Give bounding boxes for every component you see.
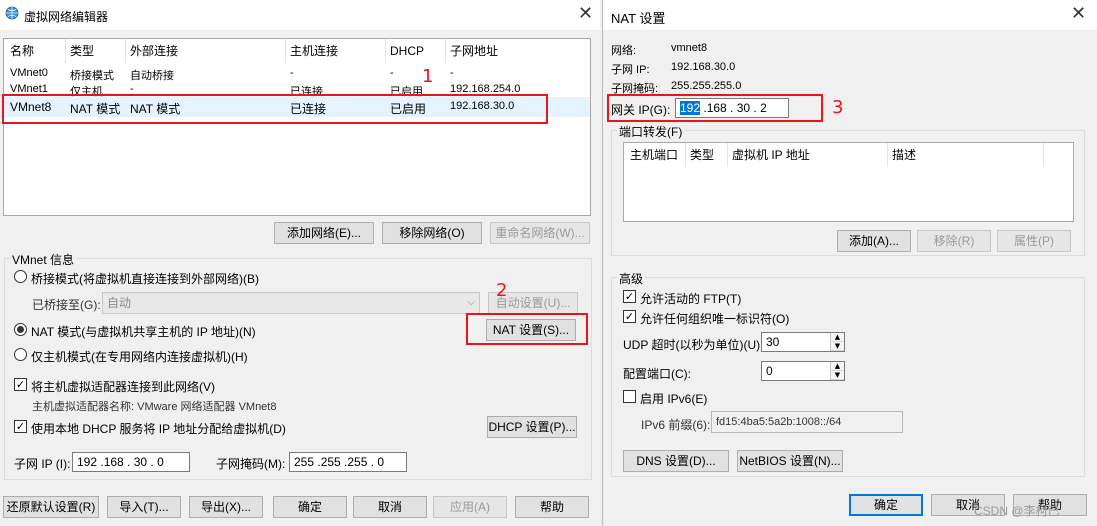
netbios-settings-button[interactable]: NetBIOS 设置(N)...	[737, 450, 843, 472]
ok-button[interactable]: 确定	[273, 496, 347, 518]
rename-network-button[interactable]: 重命名网络(W)...	[490, 222, 590, 244]
spin-up-icon[interactable]: ▲	[831, 333, 844, 342]
column-header-type[interactable]: 类型	[686, 143, 728, 167]
nat-title-bar: NAT 设置 ✕	[603, 0, 1097, 30]
nat-subnet-ip-label: 子网 IP:	[611, 64, 650, 76]
add-port-forward-button[interactable]: 添加(A)...	[837, 230, 911, 252]
column-header-host-port[interactable]: 主机端口	[626, 143, 686, 167]
import-button[interactable]: 导入(T)...	[107, 496, 181, 518]
ipv6-prefix-label: IPv6 前缀(6):	[641, 418, 711, 432]
bridged-mode-label[interactable]: 桥接模式(将虚拟机直接连接到外部网络)(B)	[31, 270, 259, 287]
subnet-mask-label: 子网掩码(M):	[216, 457, 286, 471]
spin-down-icon[interactable]: ▼	[831, 342, 844, 351]
virtual-network-editor-window: 虚拟网络编辑器 ✕ 名称 类型 外部连接 主机连接 DHCP 子网地址 VMne…	[0, 0, 600, 526]
bridged-to-value: 自动	[107, 296, 132, 310]
properties-button[interactable]: 属性(P)	[997, 230, 1071, 252]
title-bar: 虚拟网络编辑器 ✕	[0, 0, 600, 30]
column-header-name[interactable]: 名称	[6, 39, 66, 63]
allow-ftp-checkbox[interactable]: ✓	[623, 290, 636, 303]
host-only-radio[interactable]	[14, 348, 27, 361]
nat-subnet-mask-value: 255.255.255.0	[671, 80, 742, 92]
nat-window-title: NAT 设置	[611, 11, 666, 26]
udp-timeout-value: 30	[766, 335, 780, 349]
allow-oui-checkbox[interactable]: ✓	[623, 310, 636, 323]
subnet-ip-input[interactable]: 192 .168 . 30 . 0	[72, 452, 190, 472]
network-list[interactable]: 名称 类型 外部连接 主机连接 DHCP 子网地址 VMnet0 桥接模式 自动…	[3, 38, 591, 216]
nat-mode-label[interactable]: NAT 模式(与虚拟机共享主机的 IP 地址)(N)	[31, 323, 256, 340]
port-forwarding-label: 端口转发(F)	[617, 123, 685, 140]
nat-subnet-ip-value: 192.168.30.0	[671, 61, 736, 73]
advanced-label: 高级	[617, 270, 646, 287]
subnet-ip-label: 子网 IP (I):	[14, 457, 71, 471]
help-button[interactable]: 帮助	[515, 496, 589, 518]
annotation-box-gateway	[607, 94, 823, 122]
network-value: vmnet8	[671, 42, 708, 54]
annotation-number-1: 1	[422, 66, 434, 87]
adapter-name-text: 主机虚拟适配器名称: VMware 网络适配器 VMnet8	[32, 401, 277, 413]
column-header-dhcp[interactable]: DHCP	[386, 39, 446, 63]
ipv6-prefix-input[interactable]: fd15:4ba5:5a2b:1008::/64	[711, 411, 903, 433]
cell-host: -	[290, 67, 294, 79]
allow-oui-label[interactable]: 允许任何组织唯一标识符(O)	[640, 310, 789, 327]
nat-ok-button[interactable]: 确定	[849, 494, 923, 516]
config-port-spin[interactable]: ▲ ▼	[830, 362, 844, 380]
config-port-stepper[interactable]: 0 ▲ ▼	[761, 361, 845, 381]
enable-ipv6-label[interactable]: 启用 IPv6(E)	[640, 390, 707, 407]
annotation-box-nat-settings	[466, 313, 588, 345]
window-title: 虚拟网络编辑器	[24, 10, 109, 24]
column-header-subnet[interactable]: 子网地址	[446, 39, 546, 63]
spin-down-icon[interactable]: ▼	[831, 371, 844, 380]
column-header-vm-ip[interactable]: 虚拟机 IP 地址	[728, 143, 888, 167]
cell-dhcp: -	[390, 67, 394, 79]
close-icon[interactable]: ✕	[1071, 4, 1086, 24]
add-network-button[interactable]: 添加网络(E)...	[274, 222, 374, 244]
bridged-to-label: 已桥接至(G):	[32, 298, 101, 312]
dns-settings-button[interactable]: DNS 设置(D)...	[623, 450, 729, 472]
export-button[interactable]: 导出(X)...	[189, 496, 263, 518]
cancel-button[interactable]: 取消	[353, 496, 427, 518]
udp-timeout-stepper[interactable]: 30 ▲ ▼	[761, 332, 845, 352]
cell-subnet: -	[450, 67, 454, 79]
apply-button[interactable]: 应用(A)	[433, 496, 507, 518]
bridged-to-select[interactable]: 自动 ⌵	[102, 292, 480, 314]
spin-up-icon[interactable]: ▲	[831, 362, 844, 371]
remove-network-button[interactable]: 移除网络(O)	[382, 222, 482, 244]
csdn-watermark: CSDN @李柯已	[974, 504, 1060, 518]
allow-ftp-label[interactable]: 允许活动的 FTP(T)	[640, 290, 741, 307]
port-forwarding-list[interactable]: 主机端口 类型 虚拟机 IP 地址 描述	[623, 142, 1074, 222]
annotation-number-3: 3	[832, 97, 844, 118]
udp-timeout-spin[interactable]: ▲ ▼	[830, 333, 844, 351]
use-dhcp-label[interactable]: 使用本地 DHCP 服务将 IP 地址分配给虚拟机(D)	[31, 420, 286, 437]
remove-port-forward-button[interactable]: 移除(R)	[917, 230, 991, 252]
annotation-box-vmnet8	[2, 94, 548, 124]
udp-timeout-label: UDP 超时(以秒为单位)(U):	[623, 338, 764, 352]
dhcp-settings-button[interactable]: DHCP 设置(P)...	[487, 416, 577, 438]
table-row[interactable]: VMnet0 桥接模式 自动桥接 - - -	[4, 65, 590, 82]
cell-name: VMnet0	[10, 67, 48, 79]
nat-mode-radio[interactable]	[14, 323, 27, 336]
subnet-mask-input[interactable]: 255 .255 .255 . 0	[289, 452, 407, 472]
connect-adapter-checkbox[interactable]: ✓	[14, 378, 27, 391]
enable-ipv6-checkbox[interactable]	[623, 390, 636, 403]
bridged-mode-radio[interactable]	[14, 270, 27, 283]
vmnet-info-label: VMnet 信息	[10, 251, 77, 268]
globe-network-icon	[5, 6, 19, 20]
host-only-label[interactable]: 仅主机模式(在专用网络内连接虚拟机)(H)	[31, 348, 248, 365]
column-header-type[interactable]: 类型	[66, 39, 126, 63]
column-header-host[interactable]: 主机连接	[286, 39, 386, 63]
nat-settings-window: NAT 设置 ✕ 网络: vmnet8 子网 IP: 192.168.30.0 …	[602, 0, 1097, 526]
column-header-description[interactable]: 描述	[888, 143, 1044, 167]
close-icon[interactable]: ✕	[578, 4, 593, 24]
config-port-label: 配置端口(C):	[623, 367, 691, 381]
connect-adapter-label[interactable]: 将主机虚拟适配器连接到此网络(V)	[31, 378, 215, 395]
restore-defaults-button[interactable]: 还原默认设置(R)	[3, 496, 99, 518]
config-port-value: 0	[766, 364, 773, 378]
chevron-down-icon: ⌵	[467, 297, 475, 308]
column-header-external[interactable]: 外部连接	[126, 39, 286, 63]
annotation-number-2: 2	[496, 280, 508, 301]
use-dhcp-checkbox[interactable]: ✓	[14, 420, 27, 433]
network-label: 网络:	[611, 45, 637, 57]
